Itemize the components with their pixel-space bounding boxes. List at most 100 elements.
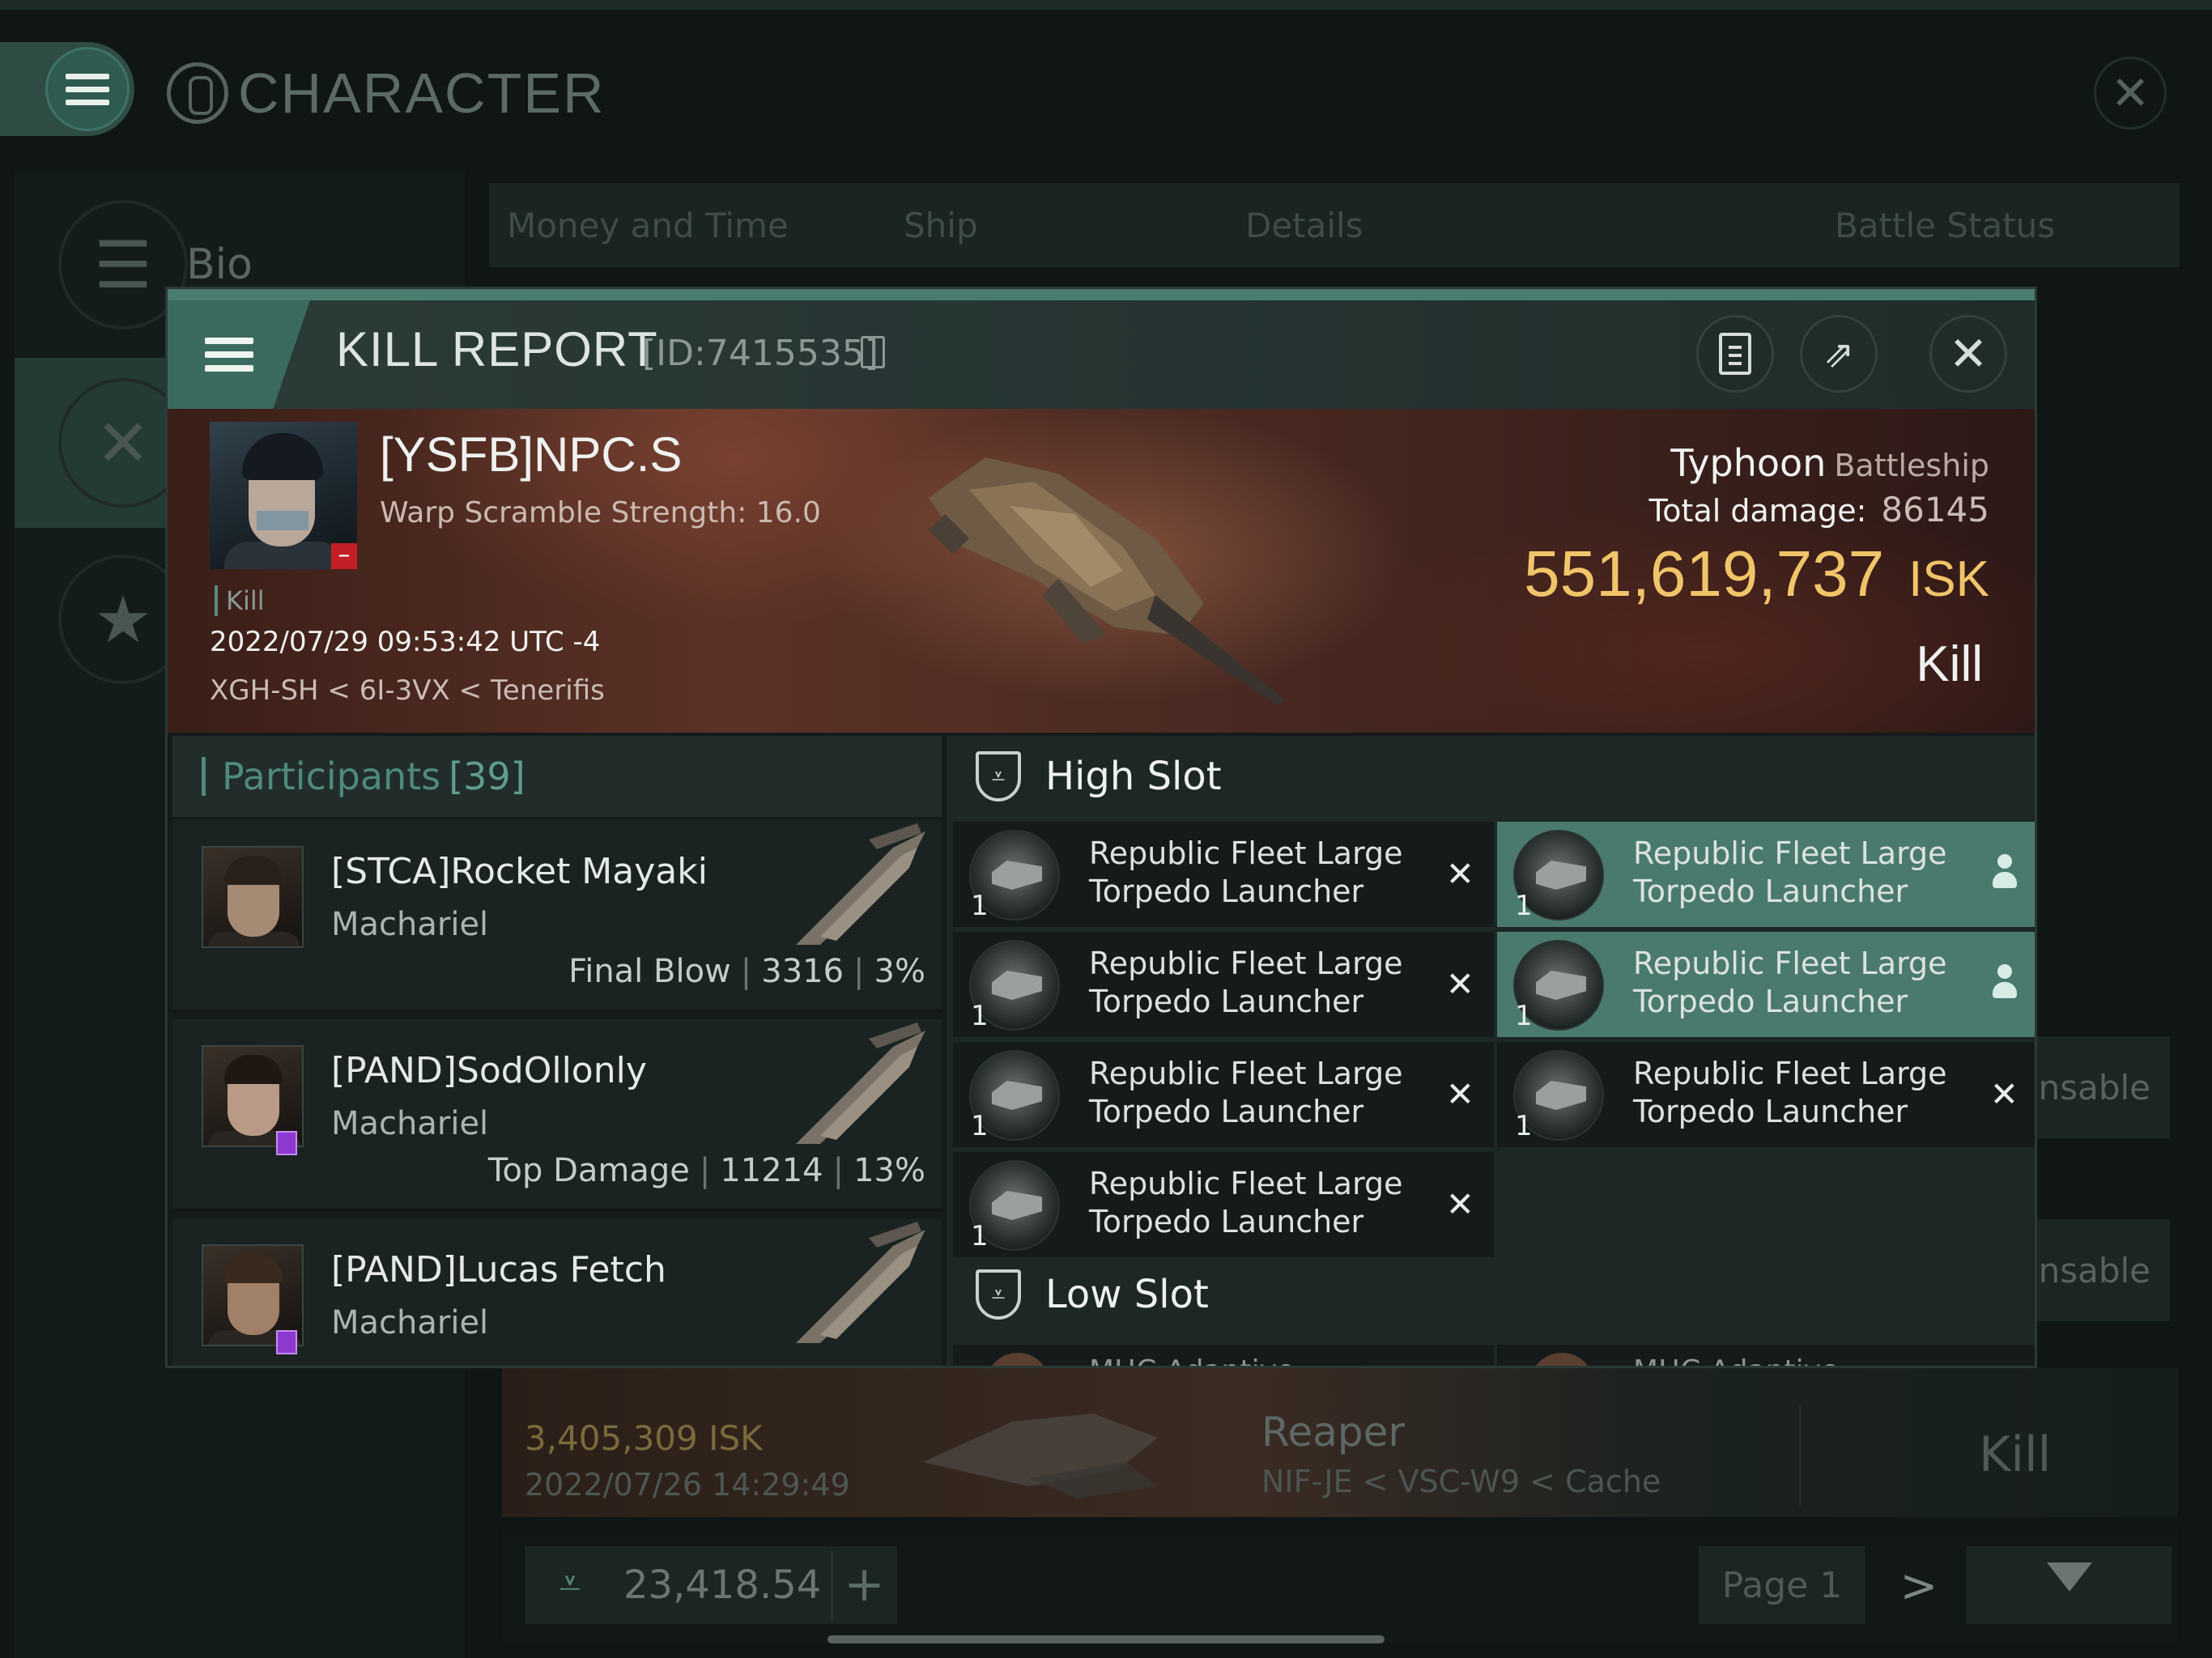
module-name: Republic Fleet Large Torpedo Launcher <box>1089 835 1403 909</box>
participant-portrait <box>202 846 304 948</box>
victim-ship-image <box>929 457 1285 705</box>
module-name: Republic Fleet Large Torpedo Launcher <box>1089 1166 1403 1239</box>
kill-report-id: [ID:7415535] <box>642 333 878 374</box>
high-slot-icon: ⩡ <box>976 751 1021 801</box>
page-title: CHARACTER <box>167 57 606 130</box>
participants-header[interactable]: Participants [39] <box>172 736 942 817</box>
copy-icon[interactable] <box>861 336 885 368</box>
participant-damage-pct: 13% <box>853 1152 925 1189</box>
top-strip <box>0 0 2212 10</box>
destroyed-icon: ✕ <box>1445 964 1474 1004</box>
kill-location[interactable]: XGH-SH < 6I-3VX < Tenerifis <box>210 674 605 707</box>
module-icon <box>1529 1353 1594 1366</box>
total-damage: Total damage: 86145 <box>1649 490 1989 529</box>
row-location: NIF-JE < VSC-W9 < Cache <box>1261 1464 1661 1499</box>
victim-ship-name[interactable]: Typhoon <box>1670 441 1826 485</box>
background-tab-bar: Money and Time Ship Details Battle Statu… <box>489 183 2180 267</box>
modal-accent-line <box>168 289 2035 300</box>
isk-value: 551,619,737 <box>1524 538 1885 610</box>
module-quantity: 1 <box>1515 1110 1533 1142</box>
participant-name: [PAND]Lucas Fetch <box>331 1249 666 1290</box>
low-slot-icon: ⩡ <box>976 1269 1021 1320</box>
filter-icon <box>2047 1562 2092 1592</box>
close-window-button[interactable]: ✕ <box>2094 57 2167 130</box>
module-quantity: 1 <box>971 1000 989 1032</box>
high-slot-header: ⩡ High Slot <box>946 736 2035 817</box>
corp-badge-icon <box>276 1131 297 1155</box>
close-modal-button[interactable]: ✕ <box>1929 315 2007 393</box>
close-icon: ✕ <box>1948 326 1989 381</box>
kill-datetime: 2022/07/29 09:53:42 UTC -4 <box>210 626 601 658</box>
destroyed-icon: ✕ <box>1445 1184 1474 1224</box>
participant-role: Final Blow <box>568 953 731 990</box>
next-page-button[interactable]: > <box>1895 1554 1943 1619</box>
wallet-widget: ⩡ 23,418.54 + <box>525 1546 897 1624</box>
tab-money-and-time[interactable]: Money and Time <box>507 206 789 245</box>
module-item[interactable]: 1 Republic Fleet Large Torpedo Launcher … <box>953 1152 1494 1257</box>
warp-scramble-strength: Warp Scramble Strength: 16.0 <box>380 496 821 529</box>
filter-button[interactable] <box>1966 1546 2172 1624</box>
standing-minus-badge: – <box>331 543 357 569</box>
page-title-text: CHARACTER <box>238 62 606 125</box>
participant-stats: Top Damage | 11214 | 13% <box>487 1152 925 1189</box>
module-item-dropped[interactable]: 1 Republic Fleet Large Torpedo Launcher <box>1497 822 2035 927</box>
clipboard-button[interactable] <box>1696 315 1774 393</box>
person-icon <box>1991 854 2018 891</box>
module-quantity: 1 <box>1515 1000 1533 1032</box>
destroyed-icon: ✕ <box>1445 1074 1474 1114</box>
isk-unit: ISK <box>1908 551 1989 607</box>
module-name: Republic Fleet Large Torpedo Launcher <box>1089 1056 1403 1129</box>
module-item[interactable]: 1 Republic Fleet Large Torpedo Launcher … <box>1497 1042 2035 1147</box>
sidebar-item-label: Bio <box>186 240 253 289</box>
participant-row[interactable]: [PAND]SodOllonly Machariel Top Damage | 11… <box>172 1019 942 1212</box>
participant-ship-image <box>796 1222 925 1343</box>
victim-name[interactable]: [YSFB]NPC.S <box>380 427 682 483</box>
low-slot-title: Low Slot <box>1045 1272 1209 1317</box>
add-funds-button[interactable]: + <box>831 1551 895 1619</box>
participant-name: [PAND]SodOllonly <box>331 1050 647 1091</box>
person-icon <box>1991 964 2018 1001</box>
module-icon <box>985 1353 1050 1366</box>
participant-damage: 3316 <box>761 953 844 990</box>
share-button[interactable]: ⇗ <box>1800 315 1878 393</box>
participant-ship-image <box>796 1022 925 1144</box>
module-name: Republic Fleet Large Torpedo Launcher <box>1633 1056 1947 1129</box>
divider <box>1799 1405 1802 1506</box>
victim-banner: – [YSFB]NPC.S Warp Scramble Strength: 16… <box>168 409 2035 733</box>
module-item[interactable]: MHC Adaptive <box>953 1345 1494 1366</box>
module-item-dropped[interactable]: 1 Republic Fleet Large Torpedo Launcher <box>1497 932 2035 1037</box>
fitting-panel: ⩡ High Slot 1 Republic Fleet Large Torpe… <box>946 736 2035 1366</box>
total-damage-label: Total damage: <box>1648 493 1867 529</box>
tab-ship[interactable]: Ship <box>904 206 978 245</box>
low-slot-header: ⩡ Low Slot <box>946 1254 2035 1335</box>
tab-details[interactable]: Details <box>1245 206 1363 245</box>
kill-result: Kill <box>1916 636 1983 692</box>
high-slot-title: High Slot <box>1045 754 1222 799</box>
wallet-value: 23,418.54 <box>623 1562 822 1608</box>
participants-panel: Participants [39] [STCA]Rocket Mayaki Ma… <box>172 736 942 1366</box>
module-name: Republic Fleet Large Torpedo Launcher <box>1089 946 1403 1019</box>
victim-ship-class: Battleship <box>1834 448 1989 483</box>
corp-badge-icon <box>276 1330 297 1354</box>
isk-value-line: 551,619,737 ISK <box>1524 537 1989 611</box>
module-quantity: 1 <box>1515 890 1533 922</box>
external-link-icon: ⇗ <box>1823 332 1855 376</box>
kill-report-modal: KILL REPORT [ID:7415535] ⇗ ✕ – [YSFB]NPC… <box>165 287 2037 1368</box>
module-item[interactable]: MHC Adaptive <box>1497 1345 2035 1366</box>
participants-label: Participants <box>222 755 441 798</box>
module-item[interactable]: 1 Republic Fleet Large Torpedo Launcher … <box>953 822 1494 927</box>
module-quantity: 1 <box>971 1220 989 1252</box>
main-menu-button[interactable] <box>45 47 130 131</box>
module-item[interactable]: 1 Republic Fleet Large Torpedo Launcher … <box>953 1042 1494 1147</box>
module-quantity: 1 <box>971 890 989 922</box>
module-name: Republic Fleet Large Torpedo Launcher <box>1633 835 1947 909</box>
participant-ship-image <box>796 823 925 945</box>
participant-row[interactable]: [PAND]Lucas Fetch Machariel <box>172 1218 942 1366</box>
modal-title: KILL REPORT <box>336 322 658 376</box>
page-indicator[interactable]: Page 1 <box>1699 1546 1865 1624</box>
module-item[interactable]: 1 Republic Fleet Large Torpedo Launcher … <box>953 932 1494 1037</box>
participant-role: Top Damage <box>487 1152 690 1189</box>
close-icon: ✕ <box>2110 66 2150 121</box>
participant-row[interactable]: [STCA]Rocket Mayaki Machariel Final Blow… <box>172 820 942 1013</box>
tab-battle-status[interactable]: Battle Status <box>1835 206 2055 245</box>
